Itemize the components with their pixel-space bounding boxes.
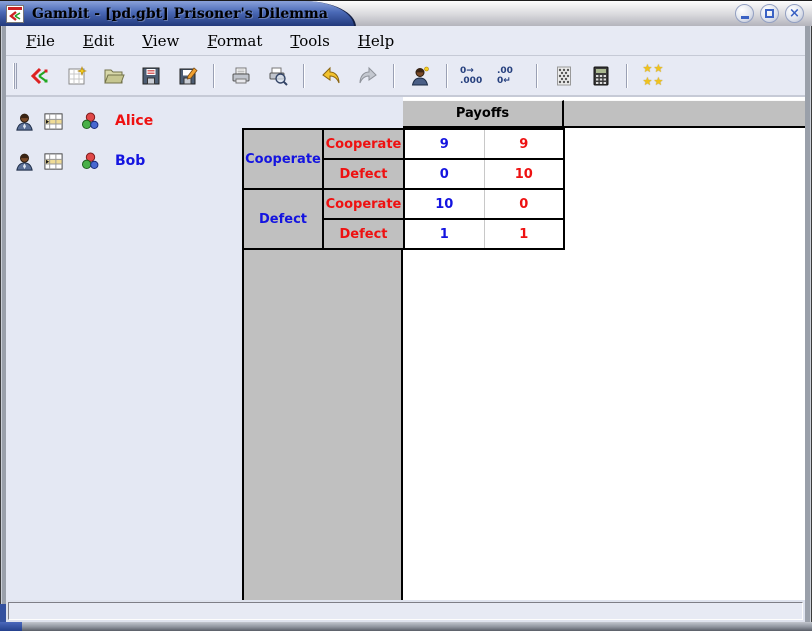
strategy-table-icon[interactable] xyxy=(43,111,64,132)
payoff-cell[interactable]: 0 xyxy=(484,189,564,219)
save-icon[interactable] xyxy=(137,62,164,89)
window-frame-left xyxy=(0,26,6,622)
menu-tools[interactable]: Tools xyxy=(282,29,337,53)
increase-decimals-icon[interactable]: 0→ .000 xyxy=(460,62,487,89)
strategy-label-inner[interactable]: Defect xyxy=(323,159,404,189)
toolbar-separator xyxy=(536,64,538,88)
player-name[interactable]: Bob xyxy=(115,153,145,169)
player-row-bob: Bob xyxy=(6,141,242,181)
menubar: File Edit View Format Tools Help xyxy=(6,26,805,56)
payoff-matrix: Cooperate Cooperate 9 9 Defect 0 10 Defe… xyxy=(242,128,565,250)
payoff-cell[interactable]: 9 xyxy=(404,129,484,159)
header-filler xyxy=(564,100,805,128)
save-as-icon[interactable] xyxy=(174,62,201,89)
player-panel: Alice xyxy=(6,97,242,600)
new-game-icon[interactable] xyxy=(63,62,90,89)
decrease-decimals-icon[interactable]: .00 0↵ xyxy=(497,62,524,89)
payoffs-header: Payoffs xyxy=(403,100,564,128)
random-payoffs-icon[interactable] xyxy=(550,62,577,89)
player-color-icon[interactable] xyxy=(80,151,101,172)
redo-icon[interactable] xyxy=(354,62,381,89)
title-tab[interactable]: Gambit - [pd.gbt] Prisoner's Dilemma xyxy=(0,1,356,27)
player-name[interactable]: Alice xyxy=(115,113,153,129)
maximize-icon xyxy=(765,9,774,18)
grid-corner xyxy=(242,97,403,128)
star-icon: ★ xyxy=(654,77,665,87)
minimize-icon xyxy=(741,16,749,19)
status-text xyxy=(8,602,803,620)
increase-decimals-top: 0→ xyxy=(460,66,474,76)
star-icon: ★ xyxy=(654,64,665,74)
matrix-row: Cooperate Cooperate 9 9 xyxy=(243,129,564,159)
player-portrait-icon[interactable] xyxy=(14,111,35,132)
star-icon: ★ xyxy=(643,77,654,87)
toolbar-separator xyxy=(393,64,395,88)
compute-equilibrium-icon[interactable] xyxy=(587,62,614,89)
strategy-label-outer[interactable]: Cooperate xyxy=(243,129,323,189)
row-label-gutter xyxy=(242,250,403,601)
window-title: Gambit - [pd.gbt] Prisoner's Dilemma xyxy=(32,6,328,22)
toolbar-separator xyxy=(213,64,215,88)
player-row-alice: Alice xyxy=(6,101,242,141)
payoff-cell[interactable]: 0 xyxy=(404,159,484,189)
toolbar: 0→ .000 .00 0↵ xyxy=(6,56,805,96)
add-player-icon[interactable] xyxy=(407,62,434,89)
strategy-label-inner[interactable]: Cooperate xyxy=(323,129,404,159)
maximize-button[interactable] xyxy=(760,4,779,23)
decrease-decimals-top: .00 xyxy=(497,66,513,76)
menu-format[interactable]: Format xyxy=(199,29,270,53)
menu-view[interactable]: View xyxy=(134,29,187,53)
decrease-decimals-bottom: 0↵ xyxy=(497,76,511,86)
toolbar-separator xyxy=(626,64,628,88)
payoff-cell[interactable]: 9 xyxy=(484,129,564,159)
titlebar: Gambit - [pd.gbt] Prisoner's Dilemma × xyxy=(0,0,812,26)
window-frame-bottom xyxy=(0,622,812,631)
print-preview-icon[interactable] xyxy=(264,62,291,89)
payoff-cell[interactable]: 10 xyxy=(484,159,564,189)
increase-decimals-bottom: .000 xyxy=(460,76,482,86)
menu-help[interactable]: Help xyxy=(350,29,402,53)
statusbar xyxy=(6,600,805,622)
gambit-logo-icon[interactable] xyxy=(26,62,53,89)
strategy-label-outer[interactable]: Defect xyxy=(243,189,323,249)
toolbar-separator xyxy=(446,64,448,88)
strategy-label-inner[interactable]: Defect xyxy=(323,219,404,249)
minimize-button[interactable] xyxy=(735,4,754,23)
gambit-app-icon xyxy=(6,5,24,23)
window-frame-right xyxy=(805,26,812,622)
player-portrait-icon[interactable] xyxy=(14,151,35,172)
close-icon: × xyxy=(789,7,800,20)
game-view: Alice xyxy=(6,96,805,600)
toolbar-grip[interactable] xyxy=(13,63,17,89)
payoff-cell[interactable]: 10 xyxy=(404,189,484,219)
payoff-cell[interactable]: 1 xyxy=(404,219,484,249)
menu-edit[interactable]: Edit xyxy=(75,29,122,53)
quantal-response-icon[interactable]: ★ ★ ★ ★ xyxy=(640,62,667,89)
strategy-table-icon[interactable] xyxy=(43,151,64,172)
resize-grip[interactable] xyxy=(0,604,6,624)
matrix-row: Defect Cooperate 10 0 xyxy=(243,189,564,219)
menu-file[interactable]: File xyxy=(18,29,63,53)
close-button[interactable]: × xyxy=(785,4,804,23)
payoff-cell[interactable]: 1 xyxy=(484,219,564,249)
open-icon[interactable] xyxy=(100,62,127,89)
player-color-icon[interactable] xyxy=(80,111,101,132)
undo-icon[interactable] xyxy=(317,62,344,89)
strategy-label-inner[interactable]: Cooperate xyxy=(323,189,404,219)
resize-grip[interactable] xyxy=(0,622,22,631)
toolbar-separator xyxy=(303,64,305,88)
star-icon: ★ xyxy=(643,64,654,74)
print-icon[interactable] xyxy=(227,62,254,89)
